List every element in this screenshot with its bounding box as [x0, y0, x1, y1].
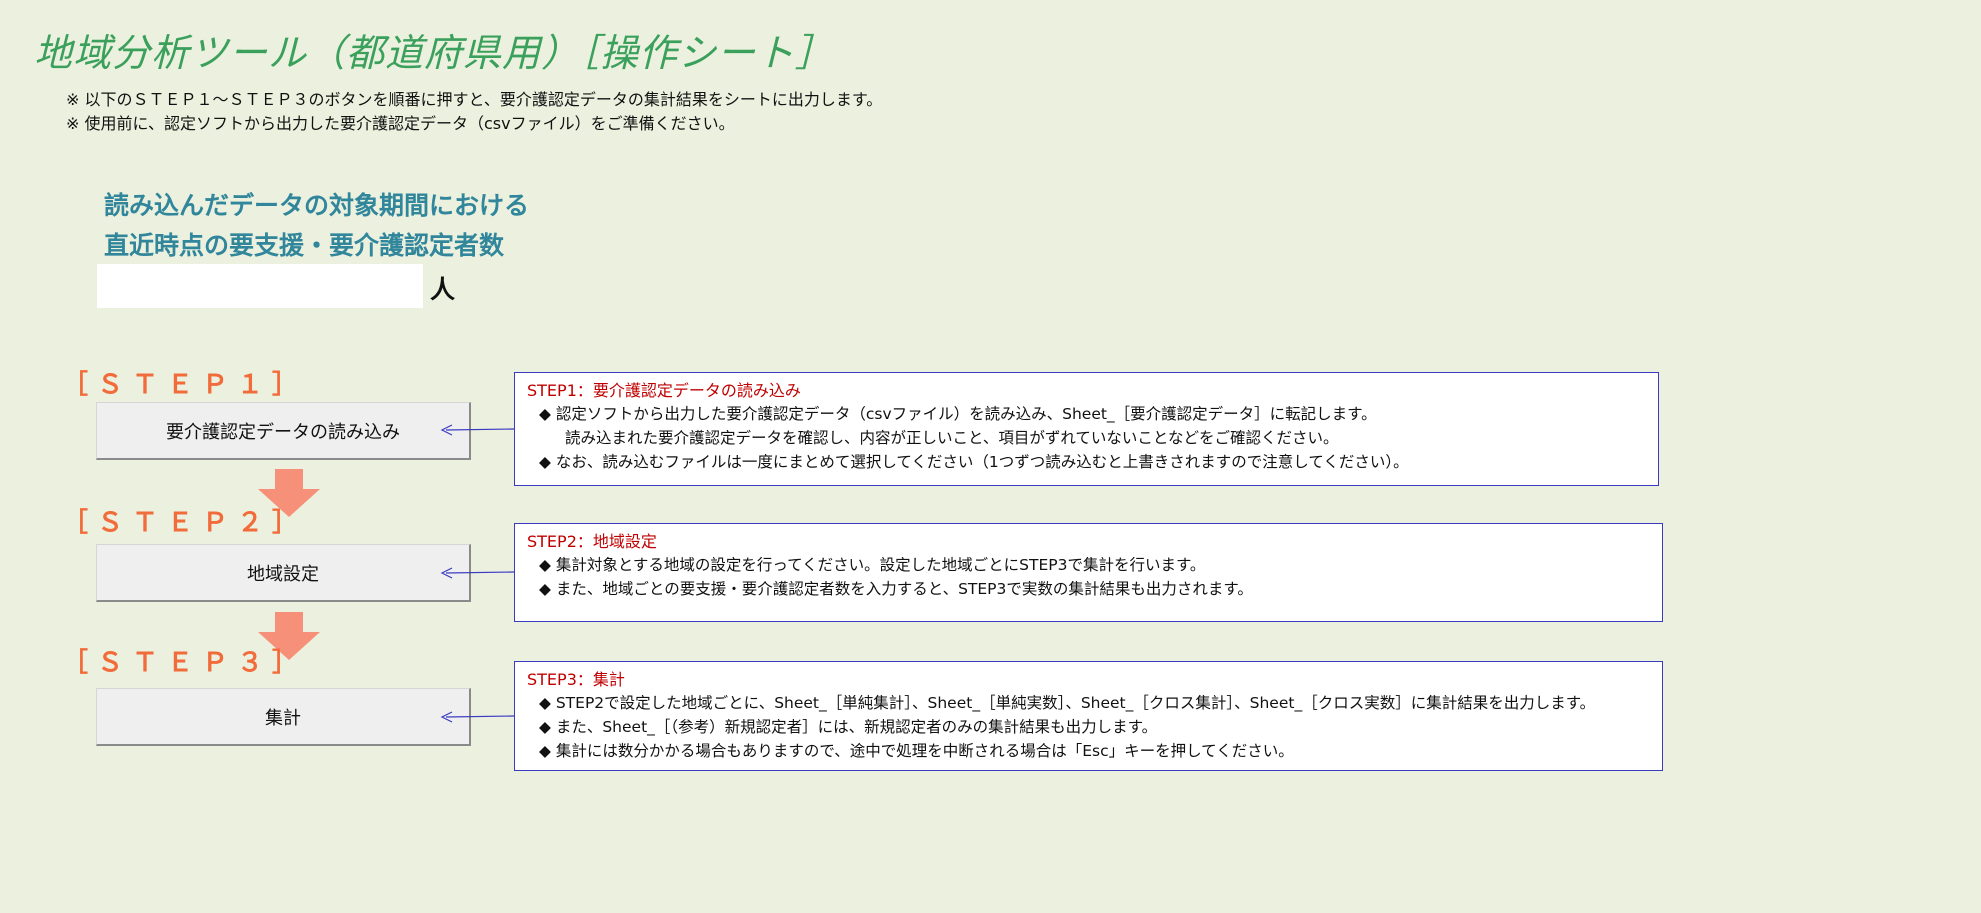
step3-label: ［ＳＴＥＰ３］: [62, 648, 308, 678]
step2-description-line: ◆ 集計対象とする地域の設定を行ってください。設定した地域ごとにSTEP3で集計…: [539, 556, 1206, 574]
step1-connector-arrow-icon: [440, 424, 515, 436]
step2-description-line: ◆ また、地域ごとの要支援・要介護認定者数を入力すると、STEP3で実数の集計結…: [539, 580, 1253, 598]
step1-description-line: ◆ 認定ソフトから出力した要介護認定データ（csvファイル）を読み込み、Shee…: [539, 405, 1377, 423]
step1-label: ［ＳＴＥＰ１］: [62, 370, 308, 400]
step2-label: ［ＳＴＥＰ２］: [62, 508, 308, 538]
step3-description-line: ◆ 集計には数分かかる場合もありますので、途中で処理を中断される場合は「Esc」…: [539, 742, 1294, 760]
count-heading-line2: 直近時点の要支援・要介護認定者数: [104, 231, 505, 260]
step3-description-line: ◆ また、Sheet_［（参考）新規認定者］には、新規認定者のみの集計結果も出力…: [539, 718, 1158, 736]
instruction-note-1: ※ 以下のＳＴＥＰ１～ＳＴＥＰ３のボタンを順番に押すと、要介護認定データの集計結…: [66, 90, 883, 109]
count-unit-label: 人: [430, 275, 456, 304]
page-title: 地域分析ツール（都道府県用）［操作シート］: [34, 31, 835, 75]
step2-connector-arrow-icon: [440, 567, 515, 579]
step3-description-box: STEP3：集計 ◆ STEP2で設定した地域ごとに、Sheet_［単純集計］、…: [514, 661, 1663, 771]
step2-description-box: STEP2：地域設定 ◆ 集計対象とする地域の設定を行ってください。設定した地域…: [514, 523, 1663, 622]
region-settings-button[interactable]: 地域設定: [96, 544, 471, 602]
step2-description-title: STEP2：地域設定: [527, 532, 657, 551]
instruction-note-2: ※ 使用前に、認定ソフトから出力した要介護認定データ（csvファイル）をご準備く…: [66, 114, 735, 133]
step1-description-box: STEP1：要介護認定データの読み込み ◆ 認定ソフトから出力した要介護認定デー…: [514, 372, 1659, 486]
load-data-button[interactable]: 要介護認定データの読み込み: [96, 402, 471, 460]
count-heading-line1: 読み込んだデータの対象期間における: [104, 191, 530, 220]
aggregate-button[interactable]: 集計: [96, 688, 471, 746]
step1-description-line: 読み込まれた要介護認定データを確認し、内容が正しいこと、項目がずれていないことな…: [565, 429, 1339, 447]
step3-connector-arrow-icon: [440, 711, 515, 723]
step1-description-line: ◆ なお、読み込むファイルは一度にまとめて選択してください（1つずつ読み込むと上…: [539, 453, 1409, 471]
step3-description-title: STEP3：集計: [527, 670, 625, 689]
certified-count-cell[interactable]: [97, 264, 423, 308]
step1-description-title: STEP1：要介護認定データの読み込み: [527, 381, 801, 400]
step3-description-line: ◆ STEP2で設定した地域ごとに、Sheet_［単純集計］、Sheet_［単純…: [539, 694, 1596, 712]
